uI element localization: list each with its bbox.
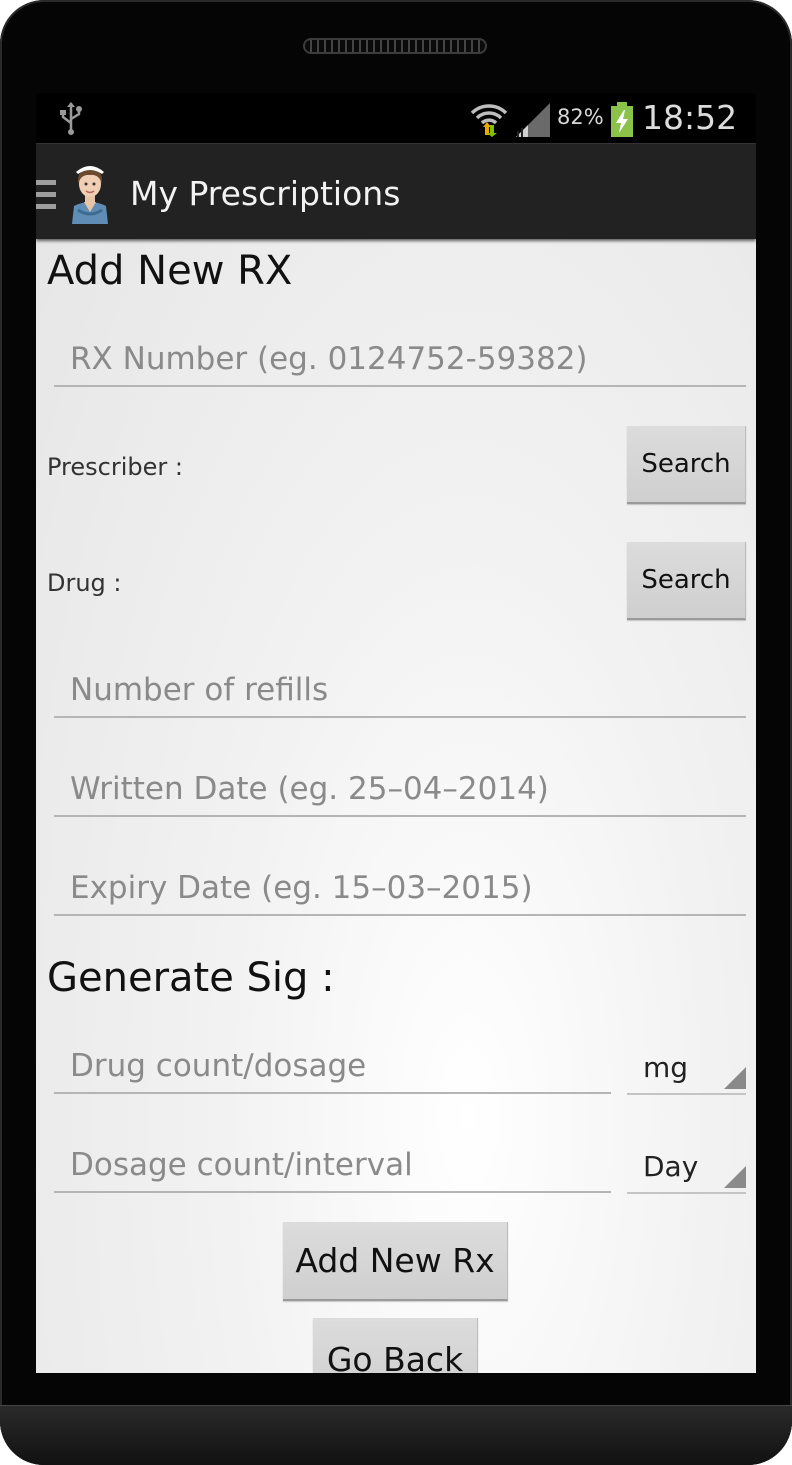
sig-heading: Generate Sig : xyxy=(47,955,335,1001)
wifi-icon xyxy=(470,101,508,141)
status-bar: 82% 18:52 xyxy=(36,93,756,143)
app-title: My Prescriptions xyxy=(130,174,401,213)
interval-unit-select[interactable]: Day xyxy=(627,1140,746,1194)
usb-icon xyxy=(58,101,84,139)
app-screen: 82% 18:52 My Prescriptions Add New RX RX… xyxy=(36,93,756,1373)
refills-input[interactable] xyxy=(54,664,746,718)
dosage-input[interactable] xyxy=(54,1040,611,1094)
interval-unit-value: Day xyxy=(643,1150,699,1183)
prescriber-search-button[interactable]: Search xyxy=(627,426,746,504)
add-rx-button[interactable]: Add New Rx xyxy=(283,1222,508,1301)
bottom-bezel xyxy=(0,1405,792,1465)
earpiece-speaker xyxy=(303,38,487,54)
expiry-date-input[interactable] xyxy=(54,862,746,916)
phone-frame: 82% 18:52 My Prescriptions Add New RX RX… xyxy=(0,0,792,1465)
signal-icon xyxy=(514,103,552,141)
form-heading: Add New RX xyxy=(47,248,293,294)
dropdown-arrow-icon xyxy=(724,1166,746,1192)
prescriber-label: Prescriber : xyxy=(47,453,183,481)
interval-input[interactable] xyxy=(54,1139,611,1193)
dropdown-arrow-icon xyxy=(724,1067,746,1093)
drug-label: Drug : xyxy=(47,569,122,597)
battery-charging-icon xyxy=(610,102,634,142)
rx-number-input[interactable] xyxy=(54,333,746,387)
action-bar: My Prescriptions xyxy=(36,143,756,239)
go-back-button[interactable]: Go Back xyxy=(313,1318,478,1373)
menu-icon[interactable] xyxy=(36,180,58,214)
status-clock: 18:52 xyxy=(642,98,738,137)
nurse-avatar-icon[interactable] xyxy=(66,162,114,228)
dosage-unit-value: mg xyxy=(643,1051,689,1084)
written-date-input[interactable] xyxy=(54,763,746,817)
dosage-unit-select[interactable]: mg xyxy=(627,1041,746,1095)
drug-search-button[interactable]: Search xyxy=(627,542,746,620)
battery-percent: 82% xyxy=(557,105,604,129)
